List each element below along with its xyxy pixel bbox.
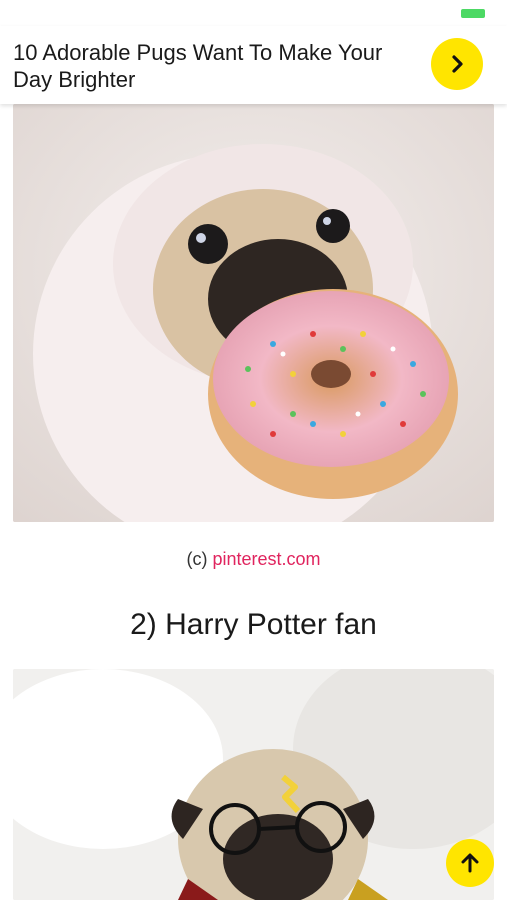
pug-donut-photo	[13, 104, 494, 522]
article-header: 10 Adorable Pugs Want To Make Your Day B…	[0, 26, 507, 104]
next-article-button[interactable]	[431, 38, 483, 90]
image-credit: (c) pinterest.com	[0, 549, 507, 570]
article-title: 10 Adorable Pugs Want To Make Your Day B…	[13, 40, 383, 92]
scroll-to-top-button[interactable]	[446, 839, 494, 887]
credit-source-link[interactable]: pinterest.com	[212, 549, 320, 569]
battery-icon	[461, 9, 485, 18]
arrow-up-icon	[461, 853, 479, 873]
section-heading: 2) Harry Potter fan	[130, 608, 377, 641]
chevron-right-icon	[452, 55, 463, 73]
credit-prefix: (c)	[186, 549, 208, 569]
pug-harry-potter-photo	[13, 669, 494, 900]
status-bar	[0, 0, 507, 26]
